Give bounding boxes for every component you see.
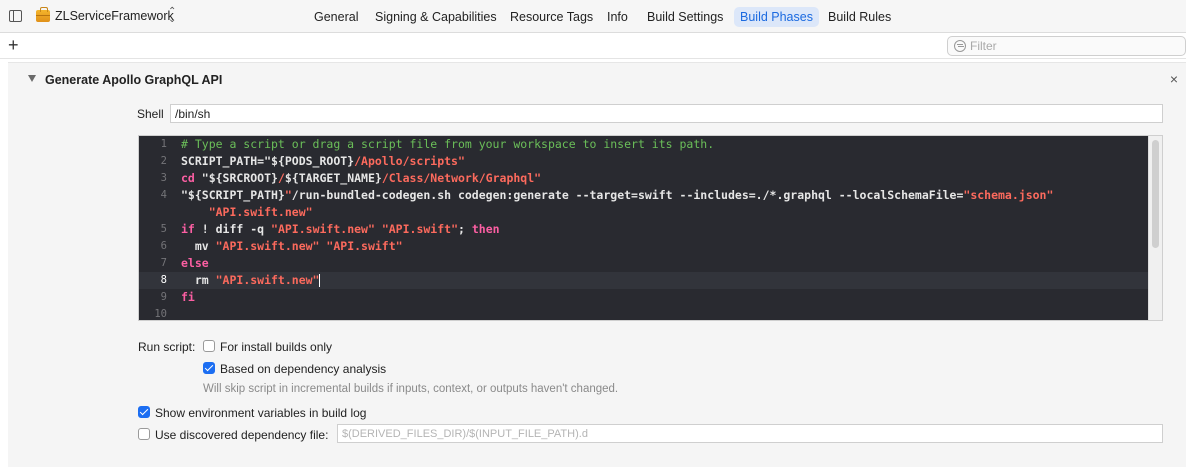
shell-field[interactable] xyxy=(170,104,1163,123)
phase-title[interactable]: Generate Apollo GraphQL API xyxy=(45,73,222,87)
filter-icon xyxy=(954,40,966,52)
code-text: mv "API.swift.new" "API.swift" xyxy=(181,238,403,255)
line-number: 9 xyxy=(160,291,167,303)
disclosure-triangle-icon[interactable] xyxy=(28,75,36,82)
code-text: "${SCRIPT_PATH}"/run-bundled-codegen.sh … xyxy=(181,187,1053,204)
script-editor[interactable]: 1 # Type a script or drag a script file f… xyxy=(138,135,1163,321)
sidebar-toggle-icon[interactable] xyxy=(9,10,22,22)
code-token: ! diff -q xyxy=(194,222,272,236)
code-line[interactable]: 10 xyxy=(139,306,1149,320)
code-token: "${SCRIPT_PATH} xyxy=(181,188,285,202)
code-line[interactable]: 6 mv "API.swift.new" "API.swift" xyxy=(139,238,1149,255)
dependency-file-checkbox[interactable] xyxy=(138,428,150,440)
filter-input[interactable] xyxy=(970,38,1170,54)
shell-label: Shell xyxy=(137,107,164,121)
tab-general[interactable]: General xyxy=(308,7,364,27)
line-number: 1 xyxy=(160,138,167,150)
code-token: rm xyxy=(181,273,216,287)
code-token: " xyxy=(284,188,292,202)
code-line[interactable]: 4 "${SCRIPT_PATH}"/run-bundled-codegen.sh… xyxy=(139,187,1149,204)
code-token: ${TARGET_NAME} xyxy=(284,171,382,185)
code-line[interactable]: 1 # Type a script or drag a script file f… xyxy=(139,136,1149,153)
code-token: "API.swift.new" xyxy=(271,222,375,236)
code-token: /run-bundled-codegen.sh codegen:generate… xyxy=(291,188,964,202)
code-token: "${PODS_ROOT} xyxy=(264,154,355,168)
code-text: cd "${SRCROOT}/${TARGET_NAME}/Class/Netw… xyxy=(181,170,541,187)
code-token: "API.swift.new" xyxy=(215,239,320,253)
code-line[interactable]: 5 if ! diff -q "API.swift.new" "API.swift… xyxy=(139,221,1149,238)
code-token: else xyxy=(181,256,209,270)
line-number: 4 xyxy=(160,189,167,201)
filter-box[interactable] xyxy=(947,36,1186,56)
code-line[interactable]: 9 fi xyxy=(139,289,1149,306)
editor-tab-bar: ZLServiceFramework ⌃ ⌄ General Signing & … xyxy=(0,0,1186,33)
code-token: "API.swift" xyxy=(381,222,458,236)
line-number: 7 xyxy=(160,257,167,269)
code-token: if xyxy=(181,222,195,236)
code-text: "API.swift.new" xyxy=(181,204,313,221)
code-token: / xyxy=(277,171,285,185)
editor-scrollbar-track[interactable] xyxy=(1148,136,1162,320)
code-text: fi xyxy=(181,289,195,306)
code-token: /Class/Network/Graphql" xyxy=(381,171,542,185)
code-token: "API.swift.new" xyxy=(181,205,313,219)
code-token: cd xyxy=(181,171,202,185)
env-vars-checkbox[interactable] xyxy=(138,406,150,418)
line-number: 3 xyxy=(160,172,167,184)
code-token: ; xyxy=(458,222,472,236)
code-text: rm "API.swift.new" xyxy=(181,272,321,289)
code-token: /Apollo/scripts" xyxy=(354,154,465,168)
code-text: SCRIPT_PATH="${PODS_ROOT}/Apollo/scripts… xyxy=(181,153,465,170)
line-number: 10 xyxy=(154,308,167,320)
line-number: 6 xyxy=(160,240,167,252)
chevron-updown-icon[interactable]: ⌃ ⌄ xyxy=(168,7,176,25)
line-number: 5 xyxy=(160,223,167,235)
close-icon[interactable]: × xyxy=(1170,71,1178,87)
dependency-file-field[interactable] xyxy=(337,424,1163,443)
tab-signing-capabilities[interactable]: Signing & Capabilities xyxy=(369,7,503,27)
dependency-analysis-label[interactable]: Based on dependency analysis xyxy=(220,362,386,376)
target-selector[interactable]: ZLServiceFramework xyxy=(55,9,174,23)
tab-info[interactable]: Info xyxy=(601,7,634,27)
line-number: 2 xyxy=(160,155,167,167)
code-text: else xyxy=(181,255,209,272)
dependency-analysis-checkbox[interactable] xyxy=(203,362,215,374)
code-token: SCRIPT_PATH= xyxy=(181,154,265,168)
code-line[interactable]: 2 SCRIPT_PATH="${PODS_ROOT}/Apollo/script… xyxy=(139,153,1149,170)
tab-build-phases[interactable]: Build Phases xyxy=(734,7,819,27)
code-token: "API.swift" xyxy=(326,239,403,253)
install-builds-checkbox[interactable] xyxy=(203,340,215,352)
code-line[interactable]: 8 rm "API.swift.new" xyxy=(139,272,1149,289)
code-token: # Type a script or drag a script file fr… xyxy=(181,137,715,151)
code-token: fi xyxy=(181,290,195,304)
code-token: "${SRCROOT} xyxy=(201,171,278,185)
run-script-label: Run script: xyxy=(138,340,196,354)
code-lines: 1 # Type a script or drag a script file f… xyxy=(139,136,1149,320)
code-text: # Type a script or drag a script file fr… xyxy=(181,136,714,153)
code-text: if ! diff -q "API.swift.new" "API.swift"… xyxy=(181,221,500,238)
text-cursor xyxy=(319,274,321,287)
tab-build-rules[interactable]: Build Rules xyxy=(822,7,897,27)
editor-scrollbar-thumb[interactable] xyxy=(1152,140,1159,248)
add-phase-button[interactable]: + xyxy=(8,35,19,55)
code-line[interactable]: "API.swift.new" xyxy=(139,204,1149,221)
tab-resource-tags[interactable]: Resource Tags xyxy=(504,7,599,27)
code-token: "API.swift.new" xyxy=(215,273,320,287)
install-builds-label[interactable]: For install builds only xyxy=(220,340,332,354)
env-vars-label[interactable]: Show environment variables in build log xyxy=(155,406,366,420)
code-token: "schema.json" xyxy=(963,188,1054,202)
dependency-hint: Will skip script in incremental builds i… xyxy=(203,383,619,395)
run-script-phase: Generate Apollo GraphQL API × Shell 1 # T… xyxy=(8,62,1186,467)
dependency-file-label[interactable]: Use discovered dependency file: xyxy=(155,428,328,442)
code-token: then xyxy=(471,222,500,236)
tab-build-settings[interactable]: Build Settings xyxy=(641,7,729,27)
code-token: mv xyxy=(181,239,216,253)
code-line[interactable]: 3 cd "${SRCROOT}/${TARGET_NAME}/Class/Net… xyxy=(139,170,1149,187)
code-line[interactable]: 7 else xyxy=(139,255,1149,272)
phases-toolbar: + xyxy=(0,33,1186,59)
line-number: 8 xyxy=(160,274,167,286)
briefcase-icon xyxy=(36,7,50,22)
